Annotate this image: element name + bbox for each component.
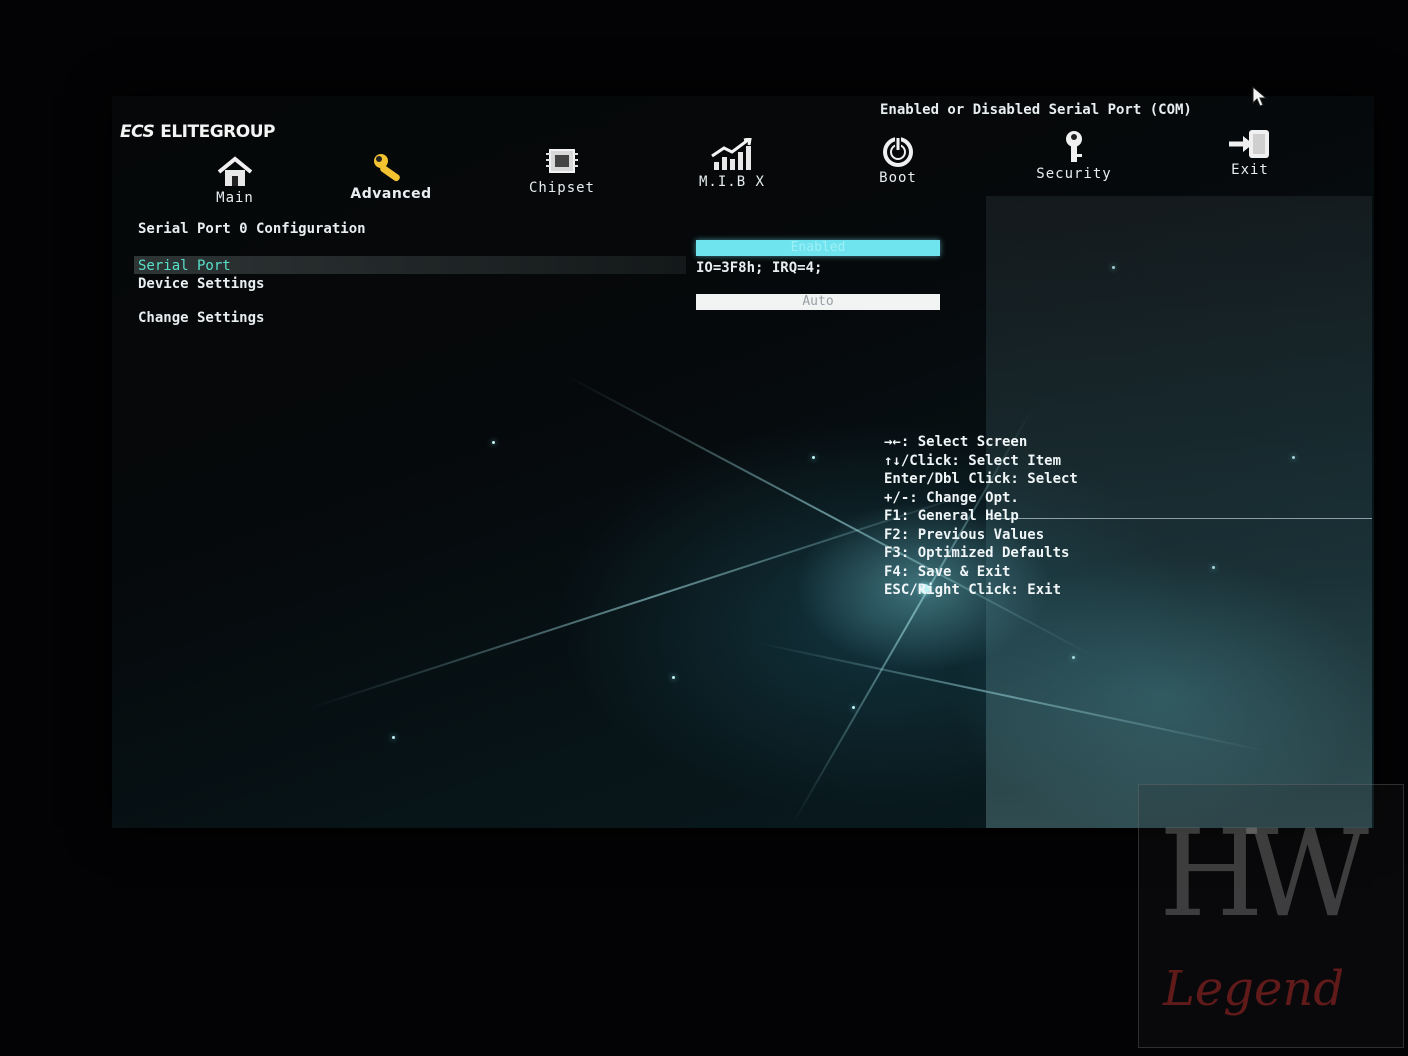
page-title: Serial Port 0 Configuration (138, 221, 366, 237)
device-settings-row-label: Device Settings (138, 276, 265, 292)
key-help-item: F4: Save & Exit (884, 563, 1011, 580)
help-description: Enabled or Disabled Serial Port (COM) (880, 102, 1192, 118)
star (492, 441, 495, 444)
tab-advanced[interactable]: Advanced (348, 152, 434, 202)
star (852, 706, 855, 709)
key-help-list: →←: Select Screen ↑↓/Click: Select Item … (884, 433, 1078, 600)
tab-label: Advanced (350, 186, 432, 202)
wrench-icon (374, 154, 400, 182)
key-help-item: Enter/Dbl Click: Select (884, 471, 1078, 487)
tab-main[interactable]: Main (202, 156, 268, 206)
key-help-item: →←: Select Screen (884, 434, 1028, 450)
tab-boot[interactable]: Boot (868, 136, 928, 186)
key-help-item: +/-: Change Opt. (884, 489, 1019, 506)
exit-door-icon (1229, 130, 1269, 158)
change-settings-value[interactable]: Auto (696, 294, 940, 310)
chart-up-icon (711, 138, 752, 170)
tab-label: M.I.B X (698, 174, 765, 190)
tab-label: Exit (1231, 162, 1269, 178)
key-help-item: F2: Previous Values (884, 526, 1045, 543)
change-settings-row-label[interactable]: Change Settings (138, 310, 264, 326)
key-help-item: F1: General Help (884, 508, 1019, 524)
tab-bar: Main Advanced Chipset M.I.B X Boot Secur… (112, 126, 1374, 216)
tab-label: Boot (879, 170, 917, 186)
tab-chipset[interactable]: Chipset (522, 146, 602, 196)
serial-port-value[interactable]: Enabled (696, 240, 940, 256)
device-settings-value: IO=3F8h; IRQ=4; (696, 260, 823, 276)
tab-label: Chipset (528, 180, 595, 196)
star (392, 736, 395, 739)
tab-label: Main (216, 190, 254, 206)
star (672, 676, 675, 679)
power-icon (883, 137, 913, 167)
watermark-hw: HW (1159, 805, 1369, 944)
tab-mibx[interactable]: M.I.B X (692, 138, 772, 190)
serial-port-row-label[interactable]: Serial Port (138, 258, 231, 274)
watermark: HW Legend (1138, 784, 1404, 1048)
mouse-cursor-icon (1252, 86, 1268, 107)
key-help-item: F3: Optimized Defaults (884, 545, 1070, 561)
tab-exit[interactable]: Exit (1222, 128, 1278, 178)
key-help-item: ESC/Right Click: Exit (884, 582, 1062, 598)
key-help-item: ↑↓/Click: Select Item (884, 452, 1062, 469)
tab-label: Security (1036, 166, 1112, 182)
chip-icon (546, 149, 578, 173)
watermark-legend: Legend (1163, 961, 1345, 1017)
tab-security[interactable]: Security (1028, 130, 1120, 182)
bios-screen: ECS ELITEGROUP Main Advanced Chipset M.I… (112, 96, 1374, 828)
key-icon (1066, 131, 1082, 162)
star (812, 456, 815, 459)
home-icon (217, 156, 253, 186)
